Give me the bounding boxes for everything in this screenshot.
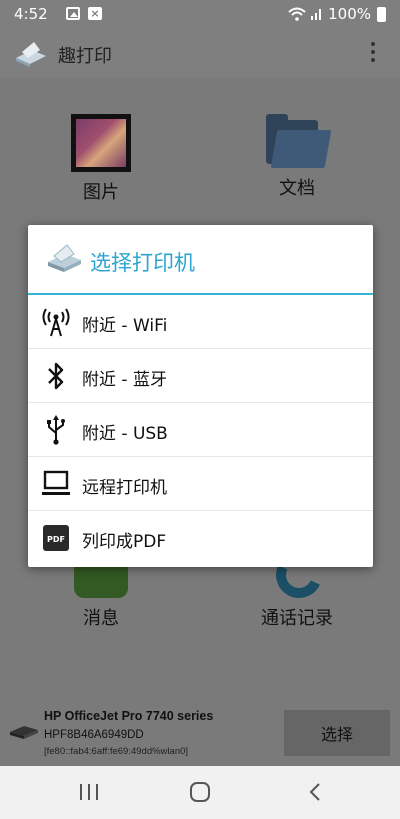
option-nearby-wifi[interactable]: 附近 - WiFi: [28, 295, 373, 349]
recents-icon[interactable]: [80, 784, 98, 800]
wifi-signal-icon: [288, 7, 306, 21]
printer-address: [fe80::fab4:6aff:fe69:49dd%wlan0]: [44, 746, 189, 757]
tile-photos[interactable]: 图片: [36, 114, 166, 204]
app-title: 趣打印: [58, 46, 112, 67]
bluetooth-icon: [48, 362, 64, 390]
status-time: 4:52: [14, 5, 48, 23]
tile-photos-label: 图片: [83, 182, 119, 203]
svg-text:PDF: PDF: [47, 535, 65, 544]
printer-id: HPF8B46A6949DD: [44, 729, 144, 741]
back-icon[interactable]: [306, 782, 326, 802]
folder-icon: [266, 114, 332, 168]
battery-percent: 100%: [328, 5, 371, 23]
select-printer-button[interactable]: 选择: [284, 710, 390, 756]
tile-messages[interactable]: 消息: [36, 558, 166, 630]
tile-messages-label: 消息: [83, 608, 119, 629]
wifi-antenna-icon: [42, 308, 70, 337]
dialog-title: 选择打印机: [90, 251, 195, 275]
option-label: 附近 - USB: [82, 424, 168, 444]
app-bar: 趣打印: [0, 28, 400, 78]
close-notification-icon: ×: [88, 7, 102, 20]
status-bar: 4:52 × 100%: [0, 0, 400, 28]
battery-icon: [377, 6, 386, 22]
overflow-menu-icon[interactable]: [370, 42, 376, 64]
pdf-icon: PDF: [43, 525, 69, 551]
option-nearby-usb[interactable]: 附近 - USB: [28, 403, 373, 457]
tile-call-log-label: 通话记录: [261, 608, 333, 629]
dialog-header: 选择打印机: [28, 225, 373, 295]
option-label: 附近 - 蓝牙: [82, 370, 167, 390]
option-remote-printer[interactable]: 远程打印机: [28, 457, 373, 511]
cell-signal-icon: [311, 9, 322, 20]
printer-name: HP OfficeJet Pro 7740 series: [44, 709, 214, 723]
option-label: 附近 - WiFi: [82, 316, 168, 336]
printer-app-icon: [16, 42, 46, 67]
tile-documents[interactable]: 文档: [232, 114, 362, 200]
printer-icon: [10, 726, 38, 739]
printer-icon: [48, 244, 81, 272]
gallery-notification-icon: [66, 7, 80, 20]
tile-call-log[interactable]: 通话记录: [232, 545, 362, 630]
option-label: 远程打印机: [82, 478, 167, 498]
home-icon[interactable]: [190, 782, 210, 802]
select-printer-dialog: 选择打印机 附近 - WiFi 附近 - 蓝牙 附近 - USB 远程打印机 P…: [28, 225, 373, 567]
option-print-to-pdf[interactable]: PDF 列印成PDF: [28, 511, 373, 565]
tile-documents-label: 文档: [279, 178, 315, 199]
usb-icon: [47, 415, 65, 445]
computer-icon: [42, 470, 70, 495]
option-label: 列印成PDF: [82, 532, 167, 552]
option-nearby-bluetooth[interactable]: 附近 - 蓝牙: [28, 349, 373, 403]
photos-icon: [71, 114, 131, 172]
system-nav-bar: [0, 766, 400, 819]
current-printer-bar: HP OfficeJet Pro 7740 series HPF8B46A694…: [0, 696, 400, 766]
